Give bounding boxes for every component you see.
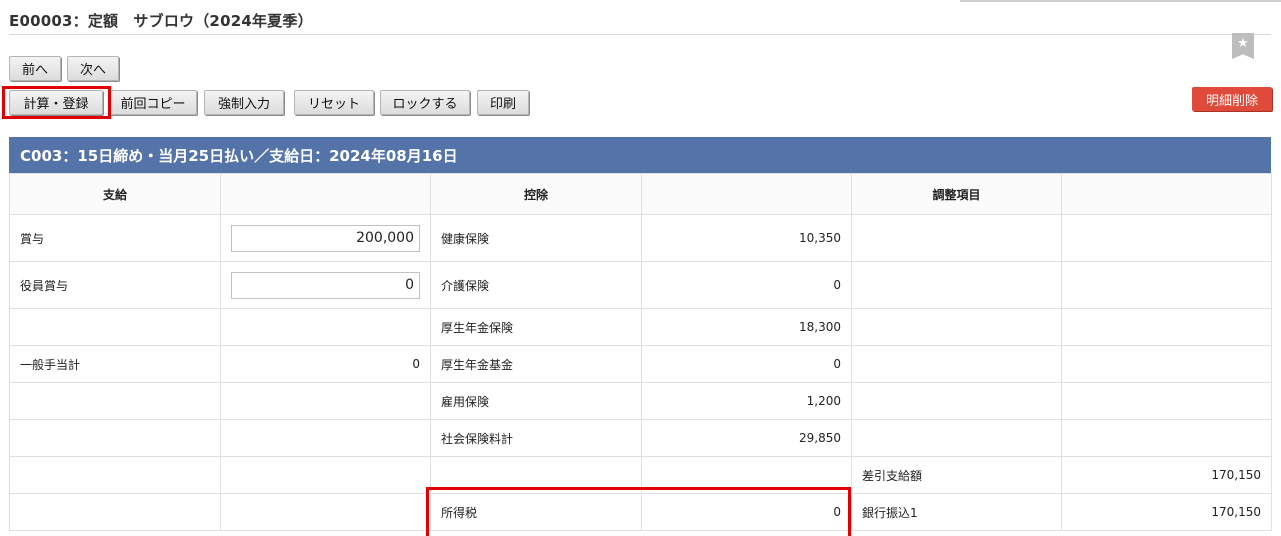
adj-label <box>851 419 1062 457</box>
print-button[interactable]: 印刷 <box>477 90 529 115</box>
ded-value: 10,350 <box>641 214 852 262</box>
ded-label: 厚生年金保険 <box>430 308 642 346</box>
ded-label: 社会保険料計 <box>430 419 642 457</box>
pay-value <box>220 419 431 457</box>
adj-label <box>851 308 1062 346</box>
deduction-header: 控除 <box>430 173 642 215</box>
ded-value: 0 <box>641 345 852 383</box>
ded-value: 0 <box>641 261 852 309</box>
adj-label <box>851 382 1062 420</box>
bonus-input[interactable] <box>231 224 420 252</box>
force-input-button[interactable]: 強制入力 <box>204 90 284 115</box>
pay-label <box>9 493 221 531</box>
table-header-row: 支給 控除 調整項目 <box>9 173 1272 215</box>
adj-label: 差引支給額 <box>851 456 1062 494</box>
adj-value <box>1061 308 1272 346</box>
ded-value: 29,850 <box>641 419 852 457</box>
adj-label: 銀行振込1 <box>851 493 1062 531</box>
adj-value <box>1061 261 1272 309</box>
ded-label: 健康保険 <box>430 214 642 262</box>
next-button[interactable]: 次へ <box>67 56 119 81</box>
pay-label: 一般手当計 <box>9 345 221 383</box>
adj-value: 170,150 <box>1061 493 1272 531</box>
deduction-value-header <box>641 173 852 215</box>
top-divider <box>960 0 1281 2</box>
pay-value <box>220 382 431 420</box>
pay-value <box>220 493 431 531</box>
ded-label: 所得税 <box>430 493 642 531</box>
pay-label <box>9 456 221 494</box>
pay-label <box>9 382 221 420</box>
adj-value <box>1061 214 1272 262</box>
table-row: 賞与 健康保険 10,350 <box>9 214 1272 262</box>
pay-value: 0 <box>220 345 431 383</box>
calc-register-button[interactable]: 計算・登録 <box>9 90 103 115</box>
adjustment-value-header <box>1061 173 1272 215</box>
payment-value-header <box>220 173 431 215</box>
pay-label <box>9 419 221 457</box>
adj-label <box>851 214 1062 262</box>
section-header: C003：15日締め・当月25日払い／支給日：2024年08月16日 <box>9 137 1271 173</box>
pay-label: 役員賞与 <box>9 261 221 309</box>
pay-value <box>220 456 431 494</box>
table-row: 役員賞与 介護保険 0 <box>9 261 1272 309</box>
table-row: 雇用保険 1,200 <box>9 382 1272 420</box>
table-row: 一般手当計 0 厚生年金基金 0 <box>9 345 1272 383</box>
pay-label <box>9 308 221 346</box>
ded-label: 介護保険 <box>430 261 642 309</box>
adjustment-header: 調整項目 <box>851 173 1062 215</box>
pay-value <box>220 308 431 346</box>
adj-value: 170,150 <box>1061 456 1272 494</box>
prev-button[interactable]: 前へ <box>9 56 61 81</box>
ded-value: 1,200 <box>641 382 852 420</box>
adj-label <box>851 345 1062 383</box>
adj-label <box>851 261 1062 309</box>
adj-value <box>1061 345 1272 383</box>
adj-value <box>1061 382 1272 420</box>
bookmark-star-button[interactable]: ★ <box>1232 33 1254 59</box>
payroll-table: 支給 控除 調整項目 賞与 健康保険 10,350 役員賞与 介護保険 0 厚生… <box>9 173 1272 531</box>
title-divider <box>9 34 1271 35</box>
officer-bonus-input[interactable] <box>231 271 420 299</box>
table-row: 所得税 0 銀行振込1 170,150 <box>9 493 1272 531</box>
ded-value: 18,300 <box>641 308 852 346</box>
ded-label <box>430 456 642 494</box>
table-row: 社会保険料計 29,850 <box>9 419 1272 457</box>
ded-label: 雇用保険 <box>430 382 642 420</box>
adj-value <box>1061 419 1272 457</box>
lock-button[interactable]: ロックする <box>380 90 470 115</box>
star-icon: ★ <box>1237 36 1249 51</box>
payment-header: 支給 <box>9 173 221 215</box>
delete-detail-button[interactable]: 明細削除 <box>1192 87 1272 111</box>
reset-button[interactable]: リセット <box>294 90 374 115</box>
page-title: E00003：定額 サブロウ（2024年夏季） <box>9 12 313 30</box>
ded-value: 0 <box>641 493 852 531</box>
copy-previous-button[interactable]: 前回コピー <box>109 90 197 115</box>
ded-value <box>641 456 852 494</box>
table-row: 差引支給額 170,150 <box>9 456 1272 494</box>
table-row: 厚生年金保険 18,300 <box>9 308 1272 346</box>
ded-label: 厚生年金基金 <box>430 345 642 383</box>
pay-label: 賞与 <box>9 214 221 262</box>
